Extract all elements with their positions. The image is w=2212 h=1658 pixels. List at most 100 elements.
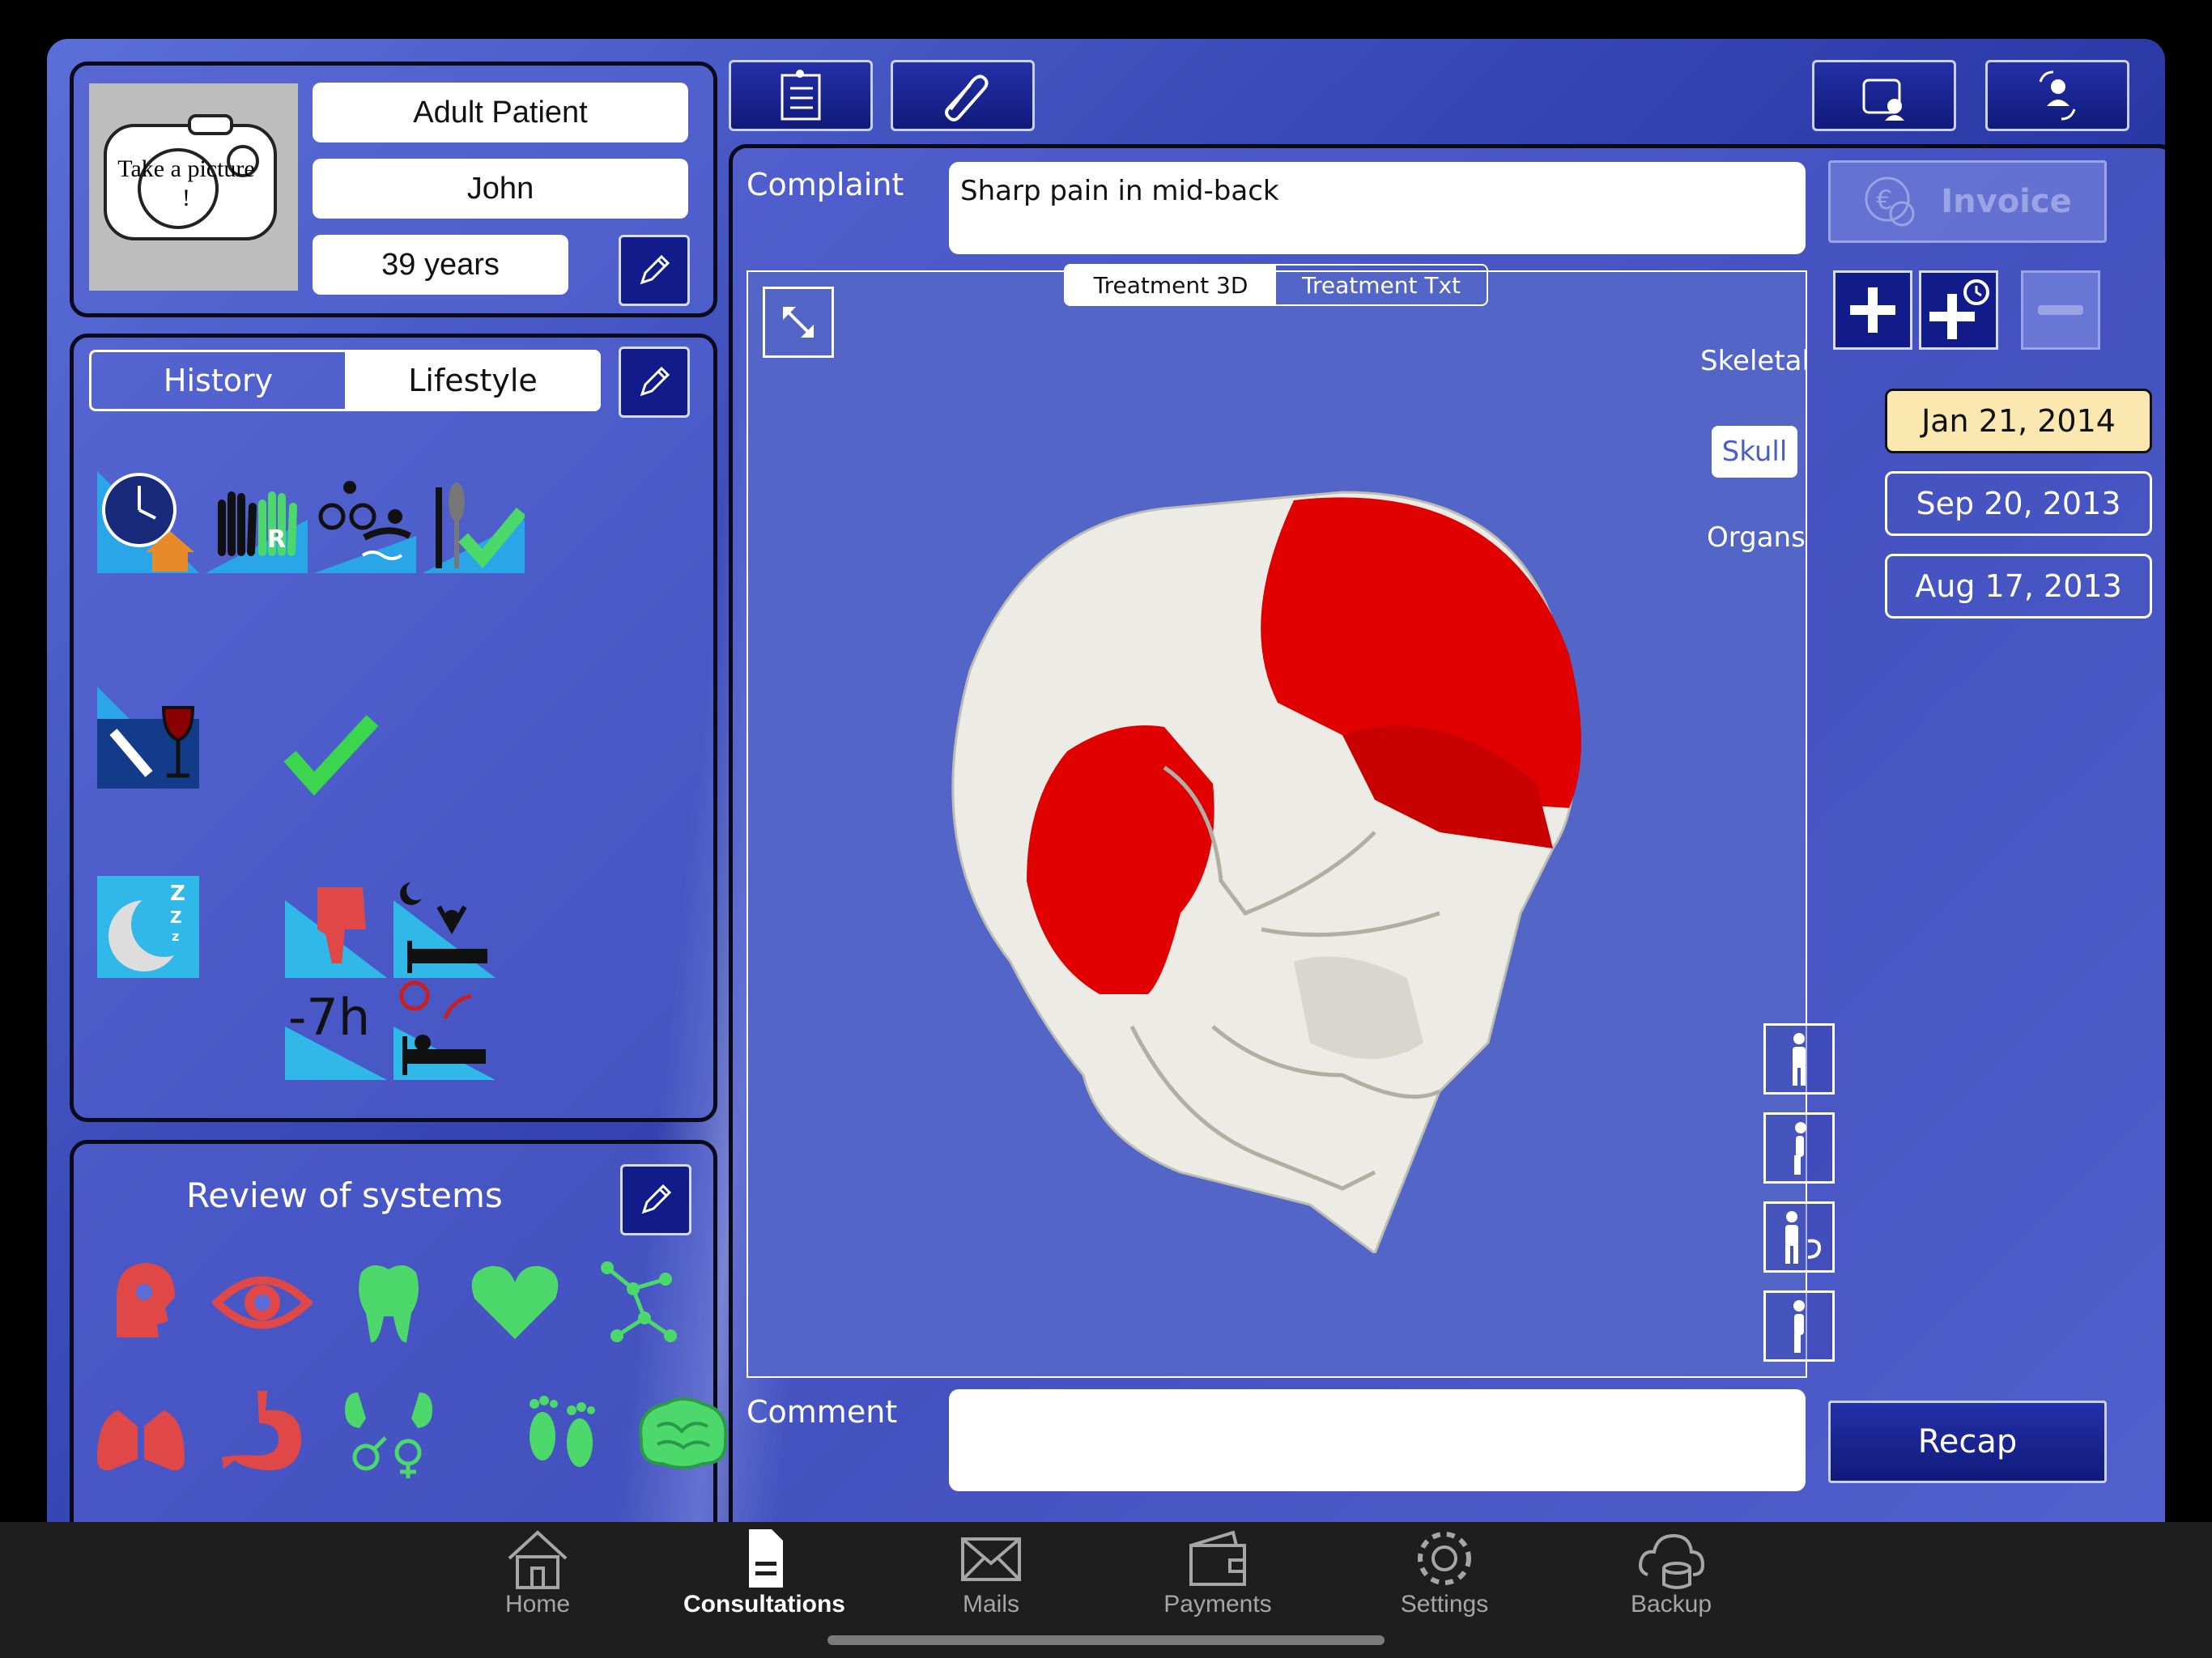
skull-option-label: Skull — [1721, 436, 1788, 468]
view-back-button[interactable] — [1763, 1290, 1835, 1362]
tab-mails[interactable]: Mails — [902, 1526, 1080, 1631]
edit-lifestyle-button[interactable] — [619, 346, 690, 418]
view-side-button[interactable] — [1763, 1112, 1835, 1184]
tab-mails-label: Mails — [962, 1591, 1019, 1618]
comment-label: Comment — [747, 1394, 898, 1430]
add-followup-button[interactable] — [1919, 270, 1998, 350]
tab-treatment-3d-label: Treatment 3D — [1093, 271, 1249, 299]
history-tab[interactable]: History — [89, 350, 345, 411]
ent-icon[interactable] — [100, 1256, 181, 1346]
eye-icon[interactable] — [212, 1266, 313, 1339]
edit-patient-button[interactable] — [619, 235, 690, 306]
svg-text:R: R — [267, 525, 286, 554]
body-rotate-icon — [1785, 1211, 1822, 1264]
plus-clock-icon — [1929, 279, 1989, 339]
history-tab-label: History — [163, 363, 274, 398]
gear-icon — [1418, 1532, 1471, 1585]
treatment-tabs: Treatment 3D Treatment Txt — [1064, 264, 1488, 306]
patient-record-button[interactable] — [1812, 60, 1956, 131]
bedtime-icon — [393, 980, 496, 1080]
sports-icon — [314, 481, 416, 573]
body-side-icon — [1794, 1122, 1806, 1175]
stomach-icon[interactable] — [217, 1386, 311, 1475]
view-front-button[interactable] — [1763, 1023, 1835, 1095]
app-screen: Take a picture ! Adult Patient John 39 y… — [47, 39, 2165, 1622]
take-picture-label: Take a picture ! — [117, 155, 255, 211]
skull-model[interactable] — [921, 460, 1618, 1253]
notes-button[interactable] — [729, 60, 873, 131]
patient-name: John — [313, 159, 688, 219]
switch-patient-button[interactable] — [1985, 60, 2129, 131]
tab-treatment-3d[interactable]: Treatment 3D — [1066, 266, 1276, 304]
brain-icon[interactable] — [633, 1394, 734, 1472]
plus-icon — [1850, 287, 1895, 333]
recap-label: Recap — [1917, 1423, 2018, 1460]
thumbs-down-icon — [285, 887, 387, 978]
user-switch-icon — [2039, 70, 2076, 121]
wallet-icon — [1189, 1530, 1246, 1586]
tooth-icon[interactable] — [348, 1256, 429, 1346]
invoice-label: Invoice — [1941, 183, 2072, 220]
tab-backup-label: Backup — [1630, 1591, 1712, 1618]
tab-settings-label: Settings — [1400, 1591, 1489, 1618]
document-icon — [749, 1529, 783, 1588]
sleep-duration-value: -7h — [288, 988, 370, 1047]
date-item[interactable]: Aug 17, 2013 — [1885, 554, 2152, 619]
tab-backup[interactable]: Backup — [1582, 1526, 1760, 1631]
home-indicator — [827, 1635, 1385, 1645]
tab-consultations[interactable]: Consultations — [675, 1526, 853, 1631]
review-systems-title: Review of systems — [186, 1175, 503, 1215]
cloud-database-icon — [1639, 1533, 1705, 1589]
heart-icon[interactable] — [468, 1261, 562, 1342]
work-schedule-icon — [97, 471, 199, 573]
add-consultation-button[interactable] — [1833, 270, 1912, 350]
svg-text:Z: Z — [170, 908, 182, 927]
remove-consultation-button[interactable] — [2021, 270, 2100, 350]
svg-text:z: z — [172, 929, 179, 944]
pencil-icon — [640, 254, 670, 285]
recap-button[interactable]: Recap — [1828, 1401, 2107, 1483]
skeletal-option[interactable]: Skeletal — [1700, 345, 1810, 377]
lifestyle-tab[interactable]: Lifestyle — [345, 350, 601, 411]
clipboard-icon — [781, 70, 821, 121]
paperclip-icon — [945, 74, 989, 121]
tab-treatment-txt-label: Treatment Txt — [1301, 271, 1461, 299]
user-card-icon — [1862, 79, 1904, 121]
tab-home-label: Home — [504, 1591, 571, 1618]
lungs-icon[interactable] — [94, 1386, 188, 1475]
sleep-duration-icon: -7h — [285, 988, 387, 1080]
kidneys-gender-icon[interactable] — [342, 1386, 436, 1480]
date-item[interactable]: Sep 20, 2013 — [1885, 471, 2152, 536]
svg-text:Z: Z — [170, 882, 185, 906]
lifestyle-tab-label: Lifestyle — [408, 363, 538, 398]
tab-home[interactable]: Home — [449, 1526, 627, 1631]
tab-settings[interactable]: Settings — [1355, 1526, 1534, 1631]
tab-treatment-txt[interactable]: Treatment Txt — [1276, 266, 1487, 304]
take-picture-button[interactable]: Take a picture ! — [89, 83, 298, 291]
diet-ok-icon — [423, 483, 525, 573]
expand-button[interactable] — [763, 287, 834, 358]
tab-payments[interactable]: Payments — [1129, 1526, 1307, 1631]
attachment-button[interactable] — [891, 60, 1035, 131]
patient-type: Adult Patient — [313, 83, 688, 142]
svg-text:€: € — [1876, 185, 1892, 215]
wake-up-icon — [393, 881, 496, 978]
organs-option[interactable]: Organs — [1707, 521, 1806, 554]
expand-icon — [783, 307, 814, 338]
complaint-field[interactable]: Sharp pain in mid-back — [949, 162, 1806, 254]
tab-consultations-label: Consultations — [683, 1591, 845, 1618]
invoice-button[interactable]: € Invoice — [1828, 160, 2107, 243]
patient-age: 39 years — [313, 235, 568, 295]
handedness-icon: R — [206, 491, 308, 573]
comment-field[interactable] — [949, 1389, 1806, 1491]
mail-icon — [961, 1537, 1021, 1581]
feet-icon[interactable] — [521, 1386, 602, 1480]
skull-option[interactable]: Skull — [1712, 426, 1797, 478]
date-item-selected[interactable]: Jan 21, 2014 — [1885, 389, 2152, 453]
view-rotate-button[interactable] — [1763, 1201, 1835, 1273]
body-front-icon — [1793, 1033, 1806, 1086]
pencil-icon — [640, 366, 670, 397]
edit-review-button[interactable] — [620, 1164, 691, 1235]
green-check-icon — [283, 715, 379, 796]
molecule-icon[interactable] — [596, 1256, 682, 1346]
